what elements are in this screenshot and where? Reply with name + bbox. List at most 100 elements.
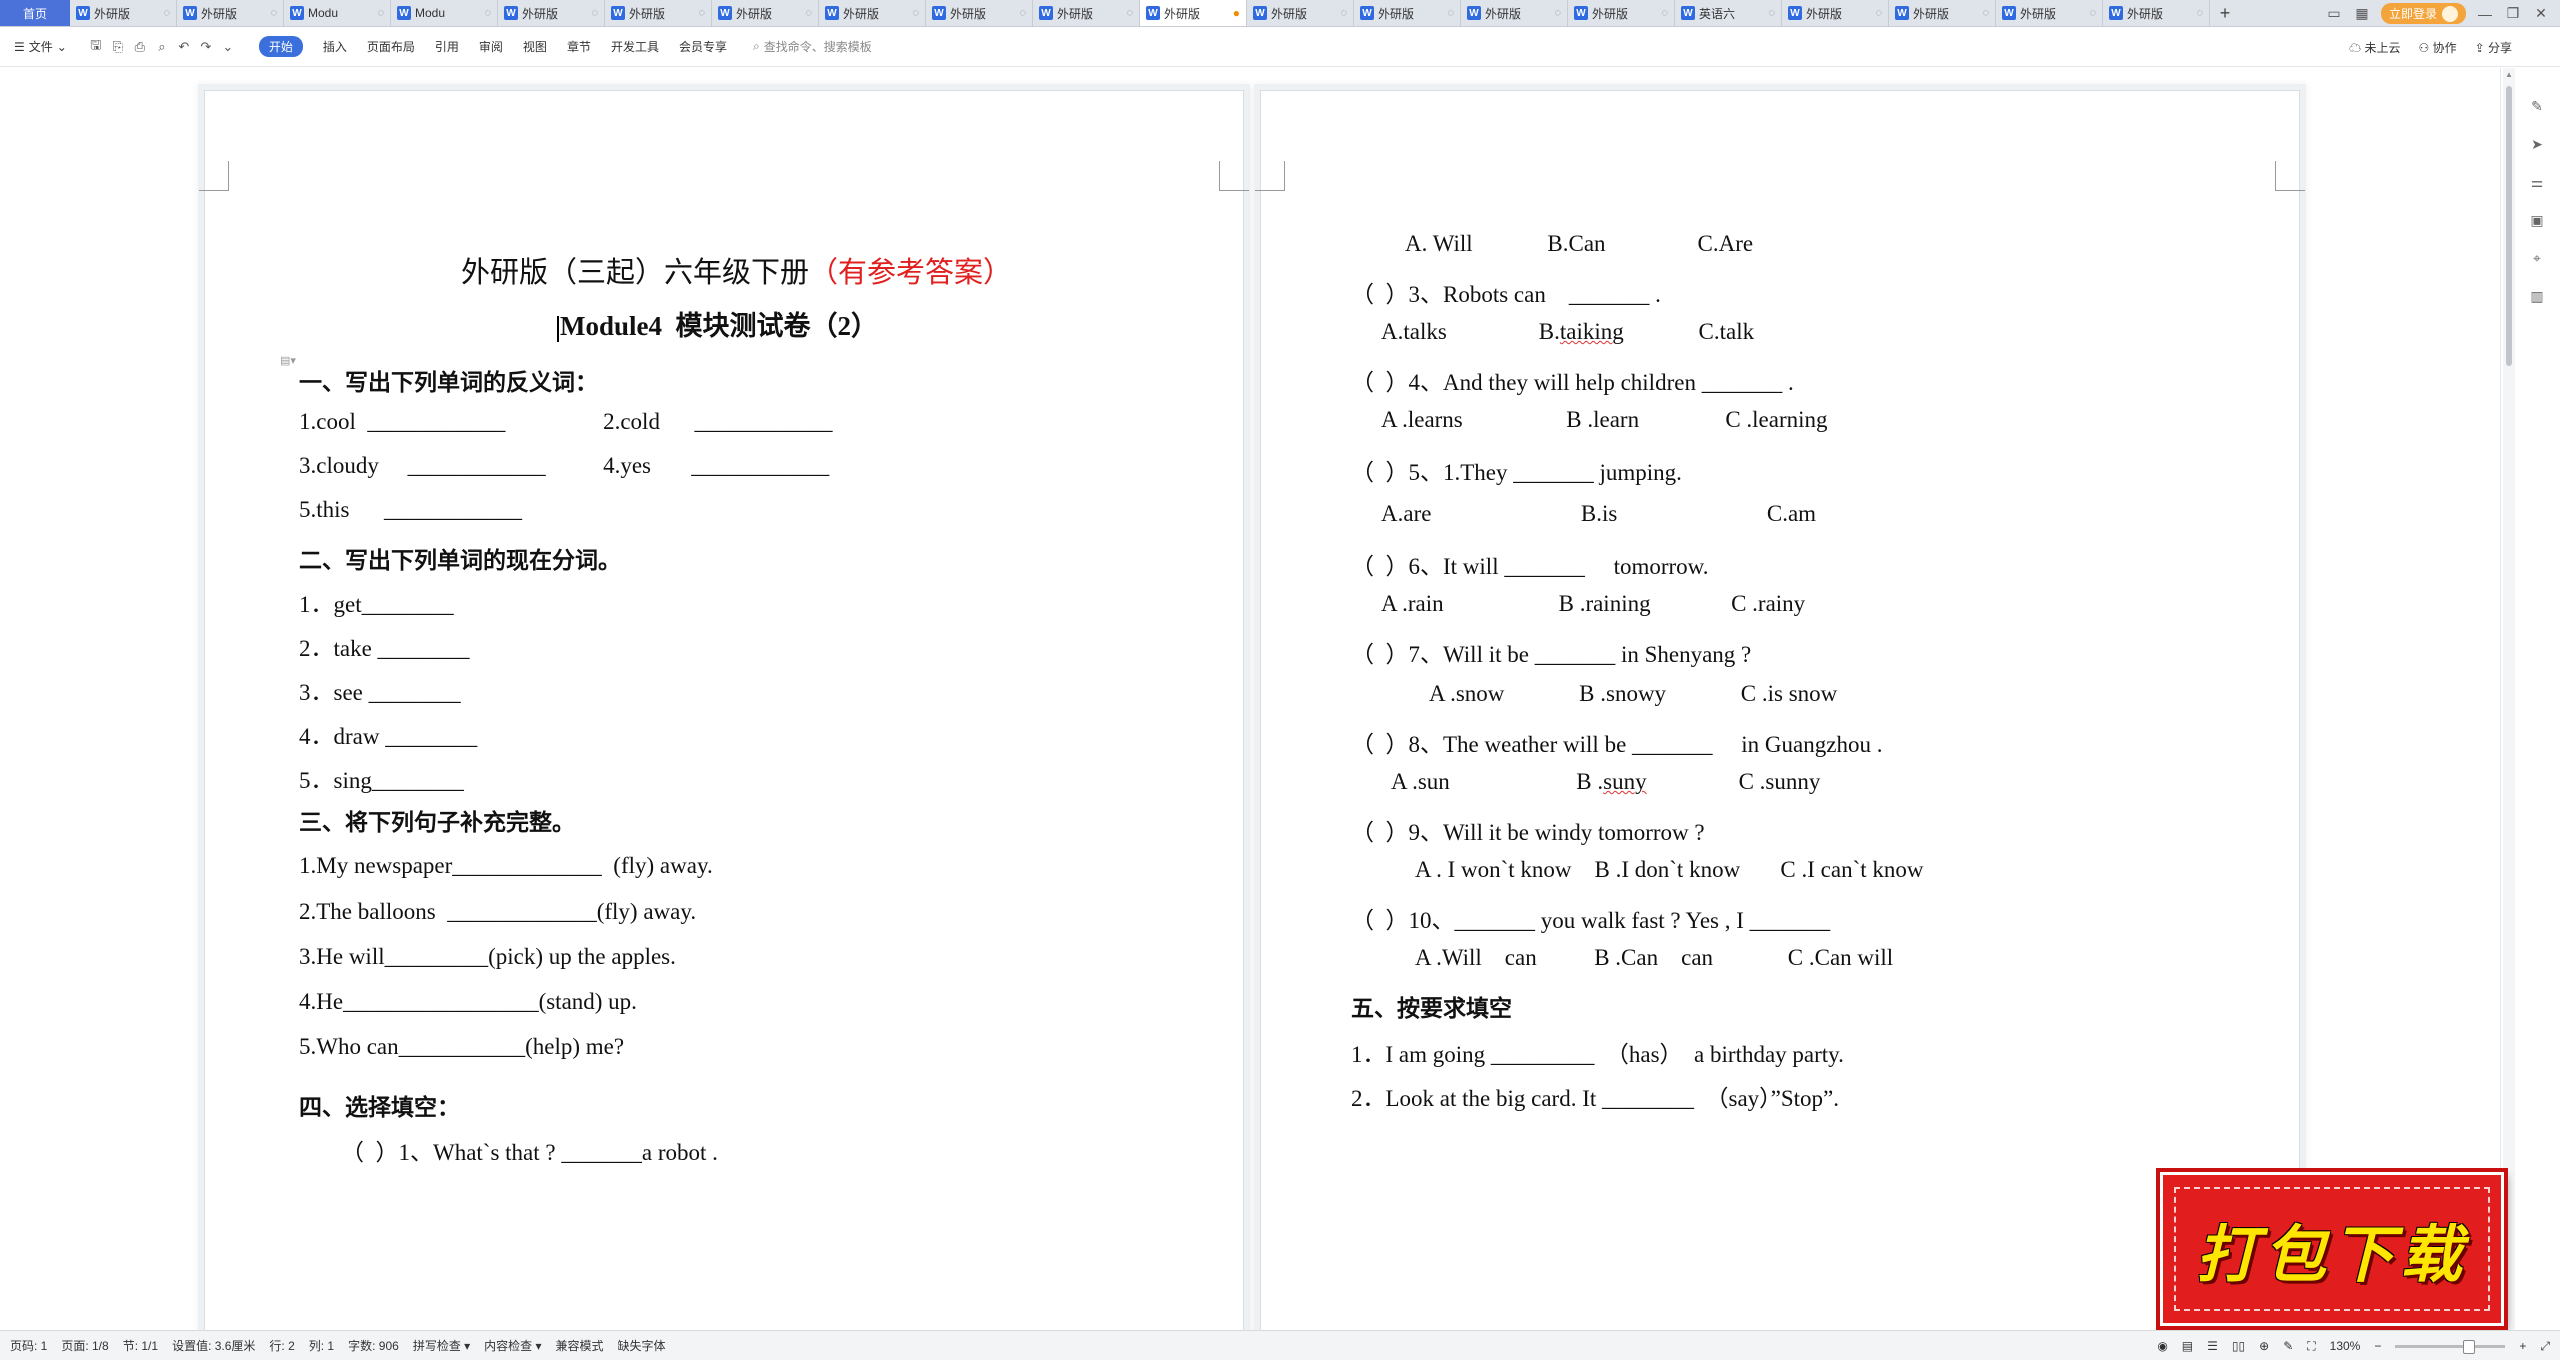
login-button[interactable]: 立即登录 (2380, 3, 2466, 24)
new-tab-button[interactable]: + (2210, 0, 2240, 26)
eye-icon[interactable]: ◉ (2157, 1339, 2167, 1353)
tab-home[interactable]: 首页 (0, 0, 70, 26)
close-tab-icon[interactable]: ◌ (1019, 7, 1026, 19)
outline-view-icon[interactable]: ☰ (2207, 1339, 2218, 1353)
web-view-icon[interactable]: ⊕ (2259, 1339, 2269, 1353)
book-icon[interactable]: ▥ (2527, 288, 2547, 308)
edit-icon[interactable]: ✎ (2527, 98, 2547, 118)
page-2[interactable]: A. Will B.Can C.Are （ ）3、Robots can _____… (1255, 90, 2305, 1330)
document-tab[interactable]: W Modu ◌ (284, 0, 391, 26)
close-tab-icon[interactable]: ◌ (1982, 7, 1989, 19)
ribbon-tab[interactable]: 开发工具 (611, 38, 659, 55)
document-tab[interactable]: W 外研版 ◌ (177, 0, 284, 26)
share-button[interactable]: ⇪ 分享 (2475, 39, 2512, 56)
close-tab-icon[interactable]: ◌ (163, 7, 170, 19)
write-view-icon[interactable]: ✎ (2283, 1339, 2293, 1353)
vertical-scrollbar[interactable]: ▲ (2503, 68, 2515, 1330)
command-search[interactable]: ⌕ 查找命令、搜索模板 (753, 38, 872, 55)
document-tab[interactable]: W 外研版 ◌ (605, 0, 712, 26)
close-icon[interactable]: ✕ (2532, 5, 2550, 22)
close-tab-icon[interactable]: ◌ (1661, 7, 1668, 19)
document-tab[interactable]: W 外研版 ◌ (926, 0, 1033, 26)
close-tab-icon[interactable]: ◌ (1447, 7, 1454, 19)
zoom-in-icon[interactable]: + (2519, 1339, 2526, 1353)
status-item[interactable]: 缺失字体 (618, 1337, 666, 1354)
file-menu[interactable]: ☰ 文件 ⌄ (14, 38, 67, 55)
fullscreen-icon[interactable]: ⤢ (2540, 1339, 2550, 1354)
close-tab-icon[interactable]: ◌ (698, 7, 705, 19)
ribbon-tab[interactable]: 审阅 (479, 38, 503, 55)
restore-icon[interactable]: ❐ (2504, 5, 2522, 22)
document-canvas[interactable]: 外研版（三起）六年级下册（有参考答案） Module4 模块测试卷（2） 一、写… (0, 68, 2500, 1330)
close-tab-icon[interactable]: ◌ (591, 7, 598, 19)
minimize-icon[interactable]: — (2476, 6, 2494, 22)
adjust-icon[interactable]: ⚌ (2527, 174, 2547, 194)
close-tab-icon[interactable]: ◌ (2089, 7, 2096, 19)
ribbon-tab[interactable]: 插入 (323, 38, 347, 55)
close-tab-icon[interactable]: ◌ (1768, 7, 1775, 19)
document-tab[interactable]: W 外研版 ◌ (1568, 0, 1675, 26)
ribbon-tab[interactable]: 开始 (258, 36, 303, 57)
close-tab-icon[interactable]: ◌ (912, 7, 919, 19)
redo-icon[interactable]: ↷ (195, 39, 217, 55)
document-tab[interactable]: W 外研版 ◌ (1889, 0, 1996, 26)
status-item[interactable]: 内容检查 ▾ (484, 1337, 541, 1354)
close-tab-icon[interactable]: ◌ (1126, 7, 1133, 19)
grid-icon[interactable]: ▦ (2353, 5, 2371, 22)
document-tab[interactable]: W 外研版 ◌ (2103, 0, 2210, 26)
document-tab[interactable]: W 外研版 ◌ (1247, 0, 1354, 26)
close-tab-icon[interactable]: ◌ (1875, 7, 1882, 19)
location-icon[interactable]: ⌖ (2527, 250, 2547, 270)
document-tab[interactable]: W 外研版 ● (1140, 0, 1247, 26)
close-tab-icon[interactable]: ◌ (484, 7, 491, 19)
document-tab[interactable]: W 外研版 ◌ (1996, 0, 2103, 26)
paragraph-marker-icon[interactable]: ▤▾ (280, 354, 296, 368)
document-tab[interactable]: W 外研版 ◌ (712, 0, 819, 26)
layout-icon[interactable]: ▭ (2325, 5, 2343, 22)
ribbon-tab[interactable]: 引用 (435, 38, 459, 55)
fit-icon[interactable]: ⛶ (2307, 1339, 2315, 1354)
ribbon-tab[interactable]: 页面布局 (367, 38, 415, 55)
badge-frame: 打包下载 (2174, 1187, 2490, 1311)
document-tab[interactable]: W 外研版 ◌ (498, 0, 605, 26)
download-badge[interactable]: 打包下载 (2160, 1172, 2504, 1326)
ribbon-tab[interactable]: 章节 (567, 38, 591, 55)
zoom-slider[interactable] (2395, 1339, 2506, 1354)
read-view-icon[interactable]: ▯▯ (2232, 1339, 2245, 1353)
close-tab-icon[interactable]: ◌ (805, 7, 812, 19)
export-icon[interactable]: ⎘ (107, 39, 129, 55)
document-tab[interactable]: W 英语六 ◌ (1675, 0, 1782, 26)
scroll-up-icon[interactable]: ▲ (2503, 70, 2515, 82)
customize-icon[interactable]: ⌄ (217, 39, 239, 55)
ribbon-tab[interactable]: 会员专享 (679, 38, 727, 55)
document-tab[interactable]: W 外研版 ◌ (1354, 0, 1461, 26)
document-tab[interactable]: W 外研版 ◌ (1033, 0, 1140, 26)
scroll-thumb[interactable] (2506, 86, 2512, 366)
ribbon-tab[interactable]: 视图 (523, 38, 547, 55)
close-tab-icon[interactable]: ◌ (2196, 7, 2203, 19)
avatar (2442, 5, 2458, 22)
image-icon[interactable]: ▣ (2527, 212, 2547, 232)
cloud-status[interactable]: ☁ 未上云 (2349, 39, 2400, 56)
close-tab-icon[interactable]: ◌ (1554, 7, 1561, 19)
zoom-level[interactable]: 130% (2330, 1339, 2361, 1353)
page-view-icon[interactable]: ▤ (2182, 1339, 2193, 1353)
close-tab-icon[interactable]: ◌ (270, 7, 277, 19)
page-1[interactable]: 外研版（三起）六年级下册（有参考答案） Module4 模块测试卷（2） 一、写… (199, 90, 1249, 1330)
collaborate-button[interactable]: ⚇ 协作 (2418, 39, 2456, 56)
close-tab-icon[interactable]: ◌ (377, 7, 384, 19)
document-tab[interactable]: W Modu ◌ (391, 0, 498, 26)
preview-icon[interactable]: ⌕ (151, 39, 173, 55)
zoom-out-icon[interactable]: − (2374, 1339, 2381, 1353)
close-tab-icon[interactable]: ◌ (1340, 7, 1347, 19)
document-tab[interactable]: W 外研版 ◌ (1782, 0, 1889, 26)
document-tab[interactable]: W 外研版 ◌ (70, 0, 177, 26)
save-icon[interactable]: 🖫 (85, 36, 107, 58)
status-item[interactable]: 拼写检查 ▾ (413, 1337, 470, 1354)
print-icon[interactable]: ⎙ (129, 39, 151, 55)
document-tab[interactable]: W 外研版 ◌ (819, 0, 926, 26)
status-item[interactable]: 兼容模式 (556, 1337, 604, 1354)
document-tab[interactable]: W 外研版 ◌ (1461, 0, 1568, 26)
select-icon[interactable]: ➤ (2527, 136, 2547, 156)
undo-icon[interactable]: ↶ (173, 39, 195, 55)
